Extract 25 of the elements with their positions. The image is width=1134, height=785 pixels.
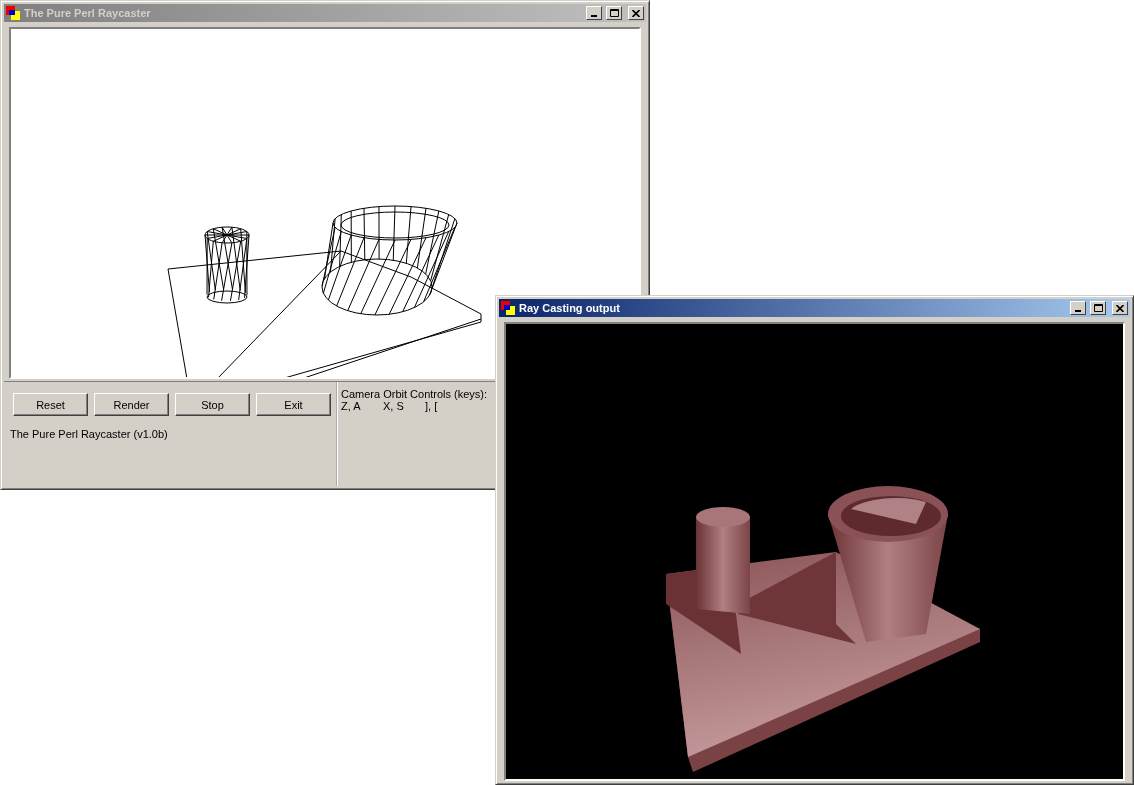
key-binding: X, S [383,400,405,412]
status-text: The Pure Perl Raycaster (v1.0b) [10,428,169,440]
maximize-button[interactable] [1090,301,1106,315]
toolbar-button[interactable]: Exit [256,393,331,416]
minimize-icon [1075,310,1081,312]
maximize-icon [1093,304,1103,312]
toolbar-button[interactable]: Reset [13,393,88,416]
close-icon [1116,304,1124,312]
app-icon [501,301,515,315]
minimize-icon [591,15,597,17]
window-title: The Pure Perl Raycaster [24,7,152,19]
maximize-icon [609,9,619,17]
maximize-button[interactable] [606,6,622,20]
window-title: Ray Casting output [519,302,621,314]
toolbar-button[interactable]: Render [94,393,169,416]
minimize-button[interactable] [586,6,602,20]
key-binding: Z, A [341,400,362,412]
toolbar-button[interactable]: Stop [175,393,250,416]
controls-heading: Camera Orbit Controls (keys): [341,388,488,400]
minimize-button[interactable] [1070,301,1086,315]
app-icon [6,6,20,20]
close-icon [632,9,640,17]
close-button[interactable] [1112,301,1128,315]
close-button[interactable] [628,6,644,20]
key-binding: ], [ [425,400,439,412]
